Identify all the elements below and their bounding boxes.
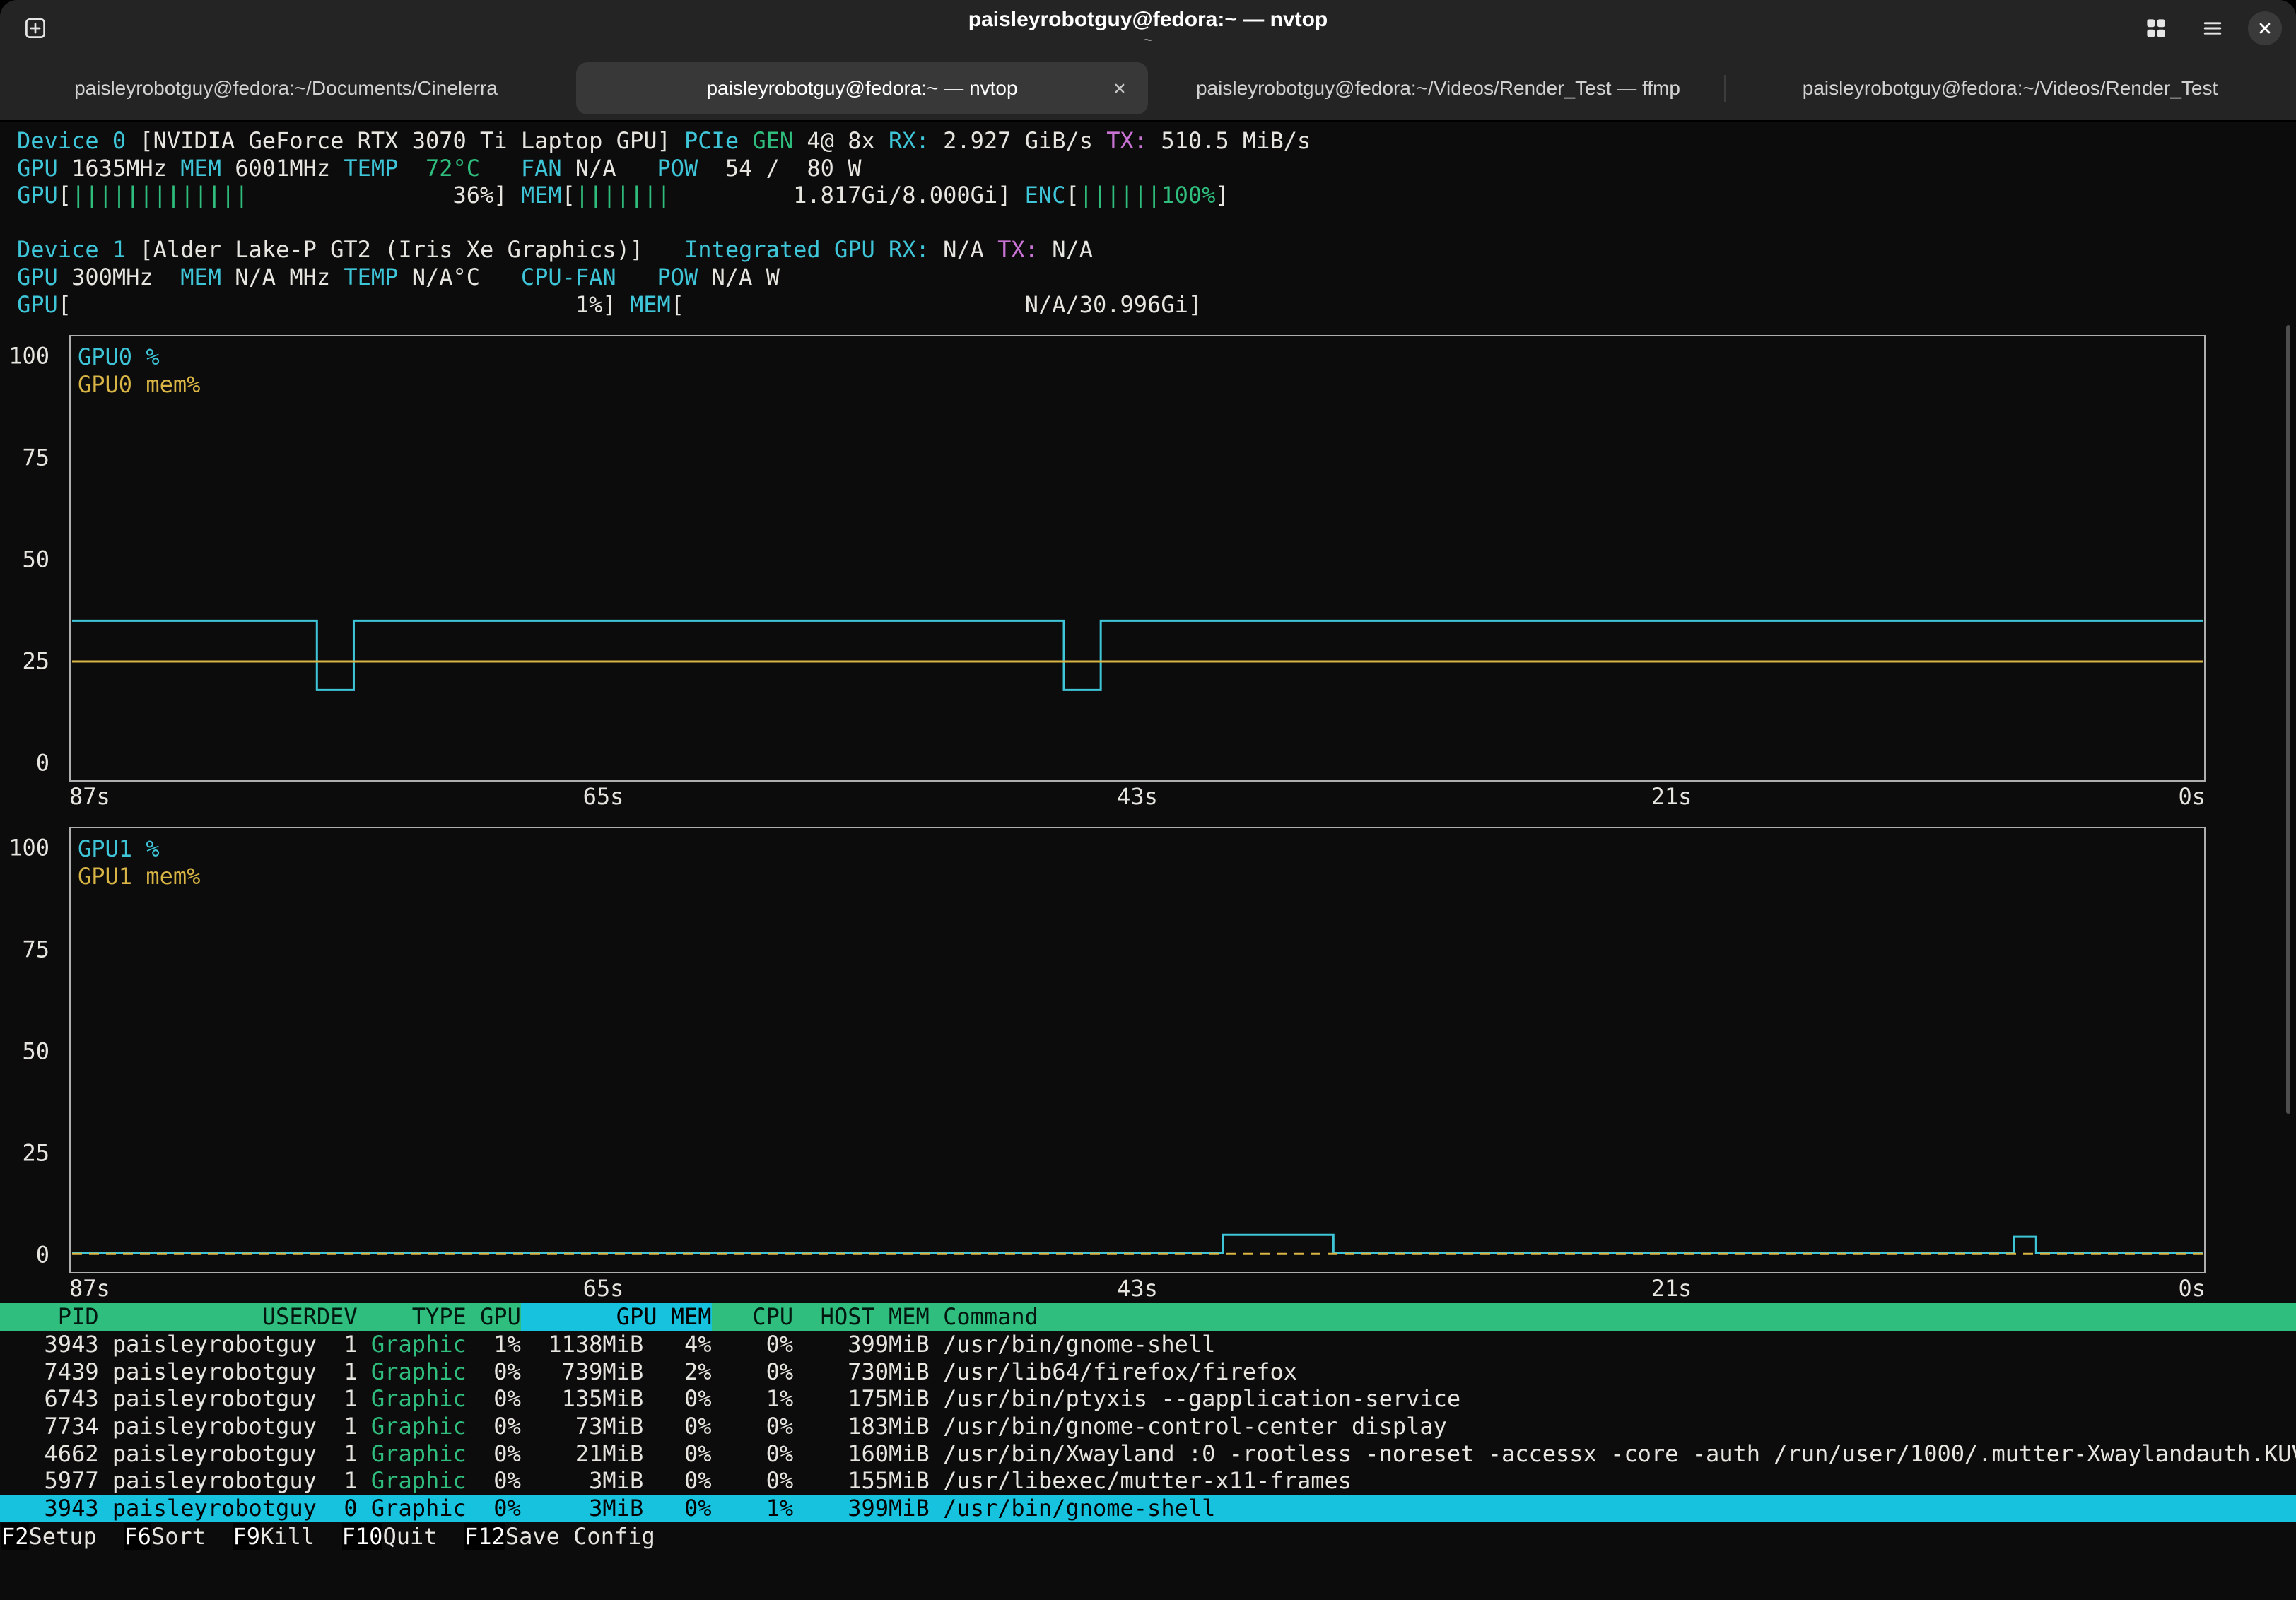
tab-render-test-ffmpeg[interactable]: paisleyrobotguy@fedora:~/Videos/Render_T… [1152, 57, 1724, 120]
col-header-cpu[interactable]: CPU [712, 1303, 794, 1331]
device0-title-line: Device 0 [NVIDIA GeForce RTX 3070 Ti Lap… [17, 127, 2296, 155]
device1-info: Device 1 [Alder Lake-P GT2 (Iris Xe Grap… [0, 236, 2296, 318]
gpu1-x-axis: 87s65s43s21s0s [69, 1275, 2206, 1299]
process-table-body: 3943paisleyrobotguy1Graphic1%1138MiB4%0%… [0, 1331, 2296, 1522]
tab-overview-icon [2143, 16, 2169, 41]
gpu1-chart-box: 1007550250 GPU1 %GPU1 mem% [69, 827, 2206, 1273]
col-header-gpu-mem[interactable]: GPU MEM [521, 1303, 712, 1331]
new-tab-button[interactable] [14, 7, 57, 49]
terminal-window: paisleyrobotguy@fedora:~ — nvtop ~ [0, 0, 2296, 1600]
gpu0-y-axis: 1007550250 [14, 356, 61, 763]
close-icon [2254, 18, 2276, 39]
process-table-header: PID USER DEV TYPE GPU GPU MEM CPU HOST M… [0, 1303, 2296, 1331]
fkey-f9[interactable]: F9Kill [233, 1523, 315, 1551]
tab-close-button[interactable] [1104, 73, 1135, 104]
gpu0-x-axis: 87s65s43s21s0s [69, 783, 2206, 807]
gpu1-utilization-chart: 1007550250 GPU1 %GPU1 mem% 87s65s43s21s0… [69, 827, 2206, 1299]
gpu0-legend: GPU0 %GPU0 mem% [78, 343, 200, 398]
col-header-dev[interactable]: DEV [317, 1303, 358, 1331]
device0-bars-line: GPU[||||||||||||| 36%] MEM[||||||| 1.817… [17, 182, 2296, 209]
window-title: paisleyrobotguy@fedora:~ — nvtop [968, 8, 1328, 32]
fkey-f2[interactable]: F2Setup [1, 1523, 97, 1551]
window-subtitle: ~ [968, 32, 1328, 49]
tab-close-icon [1111, 79, 1129, 98]
process-row[interactable]: 4662paisleyrobotguy1Graphic0%21MiB0%0%16… [0, 1440, 2296, 1468]
gpu0-plot [72, 356, 2203, 763]
tab-render-test[interactable]: paisleyrobotguy@fedora:~/Videos/Render_T… [1724, 57, 2296, 120]
scrollbar[interactable] [2286, 325, 2290, 1114]
fkey-f10[interactable]: F10Quit [342, 1523, 438, 1551]
close-button[interactable] [2248, 11, 2282, 45]
process-row[interactable]: 3943paisleyrobotguy1Graphic1%1138MiB4%0%… [0, 1331, 2296, 1358]
gpu0-utilization-chart: 1007550250 GPU0 %GPU0 mem% 87s65s43s21s0… [69, 335, 2206, 807]
headerbar: paisleyrobotguy@fedora:~ — nvtop ~ [0, 0, 2296, 57]
process-row[interactable]: 7439paisleyrobotguy1Graphic0%739MiB2%0%7… [0, 1358, 2296, 1386]
footer-bar: F2Setup F6Sort F9Kill F10Quit F12Save Config [0, 1523, 2296, 1551]
col-header-pid[interactable]: PID [17, 1303, 99, 1331]
gpu1-plot [72, 848, 2203, 1255]
gpu1-legend: GPU1 %GPU1 mem% [78, 835, 200, 890]
tab-nvtop[interactable]: paisleyrobotguy@fedora:~ — nvtop [576, 62, 1148, 114]
tab-documents-cinelerra[interactable]: paisleyrobotguy@fedora:~/Documents/Cinel… [0, 57, 572, 120]
window-title-block: paisleyrobotguy@fedora:~ — nvtop ~ [968, 8, 1328, 49]
process-row[interactable]: 5977paisleyrobotguy1Graphic0%3MiB0%0%155… [0, 1467, 2296, 1495]
new-tab-icon [23, 16, 48, 41]
gpu1-y-axis: 1007550250 [14, 848, 61, 1255]
col-header-command[interactable]: Command [943, 1303, 2296, 1331]
process-row[interactable]: 6743paisleyrobotguy1Graphic0%135MiB0%1%1… [0, 1385, 2296, 1413]
fkey-f6[interactable]: F6Sort [124, 1523, 206, 1551]
tab-label: paisleyrobotguy@fedora:~ — nvtop [706, 77, 1017, 100]
tab-label: paisleyrobotguy@fedora:~/Videos/Render_T… [1803, 77, 2218, 100]
device1-clock-line: GPU 300MHz MEM N/A MHz TEMP N/A°C CPU-FA… [17, 264, 2296, 291]
gpu0-chart-box: 1007550250 GPU0 %GPU0 mem% [69, 335, 2206, 782]
menu-button[interactable] [2191, 7, 2234, 49]
device1-title-line: Device 1 [Alder Lake-P GT2 (Iris Xe Grap… [17, 236, 2296, 264]
device0-clock-line: GPU 1635MHz MEM 6001MHz TEMP 72°C FAN N/… [17, 155, 2296, 182]
process-row[interactable]: 3943paisleyrobotguy0Graphic0%3MiB0%1%399… [0, 1495, 2296, 1522]
device1-bars-line: GPU[ 1%] MEM[ N/A/30.996Gi] [17, 291, 2296, 319]
col-header-user[interactable]: USER [112, 1303, 317, 1331]
blank-line [17, 209, 2296, 237]
process-row[interactable]: 7734paisleyrobotguy1Graphic0%73MiB0%0%18… [0, 1413, 2296, 1440]
headerbar-actions [2135, 7, 2282, 49]
tab-overview-button[interactable] [2135, 7, 2177, 49]
device0-info: Device 0 [NVIDIA GeForce RTX 3070 Ti Lap… [0, 127, 2296, 209]
hamburger-menu-icon [2200, 16, 2225, 41]
col-header-gpu[interactable]: GPU [467, 1303, 521, 1331]
col-header-type[interactable]: TYPE [358, 1303, 467, 1331]
tab-bar: paisleyrobotguy@fedora:~/Documents/Cinel… [0, 57, 2296, 122]
tab-label: paisleyrobotguy@fedora:~/Videos/Render_T… [1196, 77, 1680, 100]
col-header-host-mem[interactable]: HOST MEM [793, 1303, 930, 1331]
terminal-screen[interactable]: Device 0 [NVIDIA GeForce RTX 3070 Ti Lap… [0, 122, 2296, 1600]
tab-label: paisleyrobotguy@fedora:~/Documents/Cinel… [74, 77, 498, 100]
fkey-f12[interactable]: F12Save Config [464, 1523, 655, 1551]
